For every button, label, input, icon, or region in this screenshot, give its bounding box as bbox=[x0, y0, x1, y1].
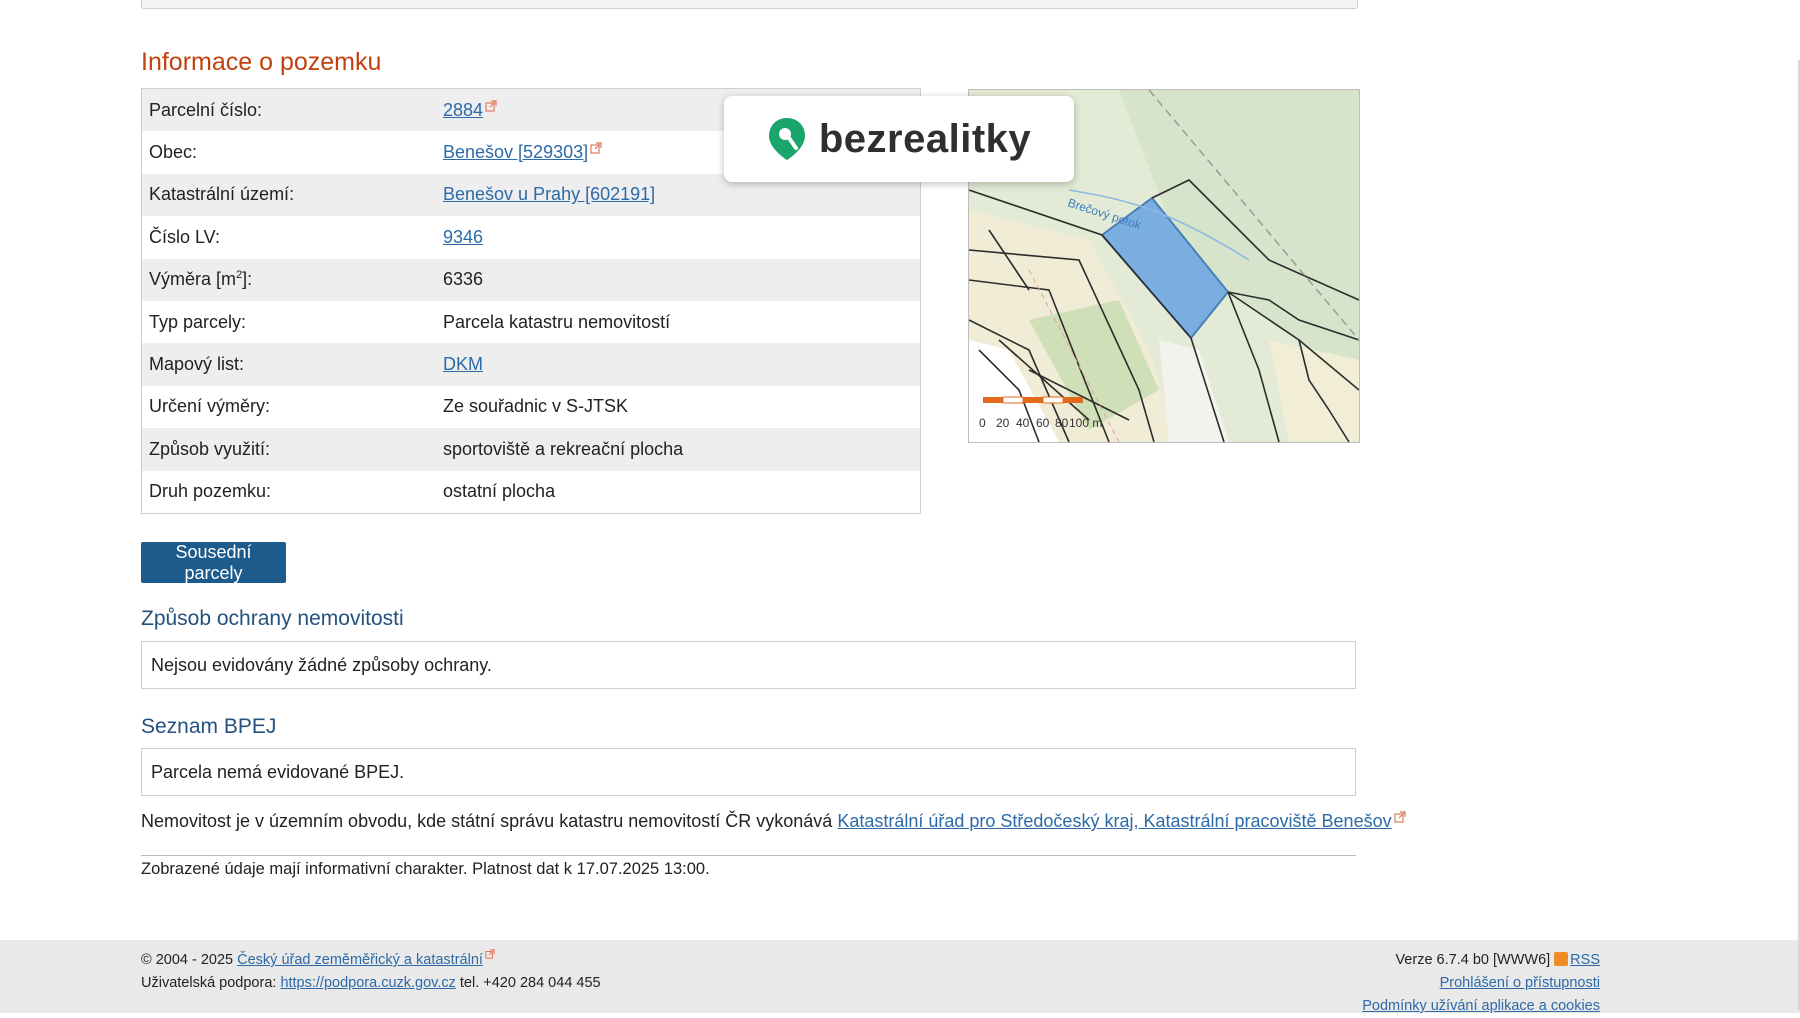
scale-label: 0 bbox=[979, 416, 986, 430]
footer-left: © 2004 - 2025 Český úřad zeměměřický a k… bbox=[141, 949, 601, 995]
row-value: Ze souřadnic v S-JTSK bbox=[443, 396, 629, 417]
municipality-link[interactable]: Benešov [529303] bbox=[443, 142, 588, 162]
rss-link[interactable]: RSS bbox=[1570, 952, 1600, 968]
table-row: Výměra [m2]: 6336 bbox=[142, 258, 920, 301]
location-pin-logo-icon bbox=[768, 118, 805, 160]
accessibility-link[interactable]: Prohlášení o přístupnosti bbox=[1440, 975, 1600, 991]
external-link-icon bbox=[485, 949, 495, 959]
bezrealitky-watermark: bezrealitky bbox=[724, 96, 1074, 182]
top-panel-edge bbox=[141, 0, 1358, 9]
cadastral-office-line: Nemovitost je v územním obvodu, kde stát… bbox=[141, 811, 1406, 832]
row-label: Katastrální území: bbox=[149, 184, 295, 205]
row-value: 9346 bbox=[443, 227, 920, 248]
bpej-box: Parcela nemá evidované BPEJ. bbox=[141, 748, 1356, 796]
row-label: Typ parcely: bbox=[149, 311, 247, 332]
protection-section-title: Způsob ochrany nemovitosti bbox=[141, 607, 404, 630]
page-footer: © 2004 - 2025 Český úřad zeměměřický a k… bbox=[0, 940, 1800, 1014]
footer-version-line: Verze 6.7.4 b0 [WWW6] RSS bbox=[1362, 949, 1600, 972]
row-label: Druh pozemku: bbox=[149, 481, 272, 502]
office-prefix: Nemovitost je v územním obvodu, kde stát… bbox=[141, 811, 838, 831]
scale-label: 80 bbox=[1055, 416, 1069, 430]
bpej-text: Parcela nemá evidované BPEJ. bbox=[151, 761, 405, 782]
table-row: Číslo LV: 9346 bbox=[142, 216, 920, 259]
table-row: Způsob využití: sportoviště a rekreační … bbox=[142, 428, 920, 471]
row-value: ostatní plocha bbox=[443, 481, 556, 502]
cadastral-area-link[interactable]: Benešov u Prahy [602191] bbox=[443, 184, 655, 204]
cuzk-link[interactable]: Český úřad zeměměřický a katastrální bbox=[237, 952, 483, 968]
row-label: Číslo LV: bbox=[149, 226, 221, 247]
row-label: Způsob využití: bbox=[149, 438, 271, 459]
row-label: Parcelní číslo: bbox=[149, 99, 263, 120]
row-value: Parcela katastru nemovitostí bbox=[443, 311, 671, 332]
table-row: Mapový list: DKM bbox=[142, 343, 920, 386]
rss-icon[interactable] bbox=[1554, 952, 1569, 966]
footer-right: Verze 6.7.4 b0 [WWW6] RSS Prohlášení o př… bbox=[1362, 949, 1600, 1018]
neighbor-parcels-button[interactable]: Sousední parcely bbox=[141, 542, 286, 583]
scale-label: 100 m bbox=[1069, 416, 1102, 430]
bpej-section-title: Seznam BPEJ bbox=[141, 715, 277, 738]
scale-label: 40 bbox=[1016, 416, 1030, 430]
copyright-text: © 2004 - 2025 bbox=[141, 952, 238, 968]
table-row: Druh pozemku: ostatní plocha bbox=[142, 470, 920, 513]
row-value: sportoviště a rekreační plocha bbox=[443, 438, 684, 459]
version-text: Verze 6.7.4 b0 [WWW6] bbox=[1395, 952, 1551, 968]
protection-text: Nejsou evidovány žádné způsoby ochrany. bbox=[151, 654, 492, 675]
parcel-number-link[interactable]: 2884 bbox=[443, 100, 483, 120]
footer-support: Uživatelská podpora: https://podpora.cuz… bbox=[141, 972, 601, 995]
area-label-tail: ]: bbox=[242, 269, 253, 290]
row-label: Mapový list: bbox=[149, 354, 245, 375]
watermark-text: bezrealitky bbox=[818, 116, 1032, 161]
data-disclaimer: Zobrazené údaje mají informativní charak… bbox=[141, 860, 710, 878]
external-link-icon bbox=[1393, 811, 1406, 823]
lv-number-link[interactable]: 9346 bbox=[443, 227, 483, 247]
area-label-text: Výměra [m bbox=[149, 269, 237, 290]
cookies-terms-link[interactable]: Podmínky užívání aplikace a cookies bbox=[1362, 998, 1600, 1014]
row-label: Obec: bbox=[149, 142, 198, 163]
protection-box: Nejsou evidovány žádné způsoby ochrany. bbox=[141, 641, 1356, 689]
support-prefix: Uživatelská podpora: bbox=[141, 975, 281, 991]
footer-copyright: © 2004 - 2025 Český úřad zeměměřický a k… bbox=[141, 949, 601, 972]
row-label: Výměra [m2]: bbox=[142, 269, 443, 290]
row-value: Benešov u Prahy [602191] bbox=[443, 184, 920, 205]
scale-label: 20 bbox=[996, 416, 1010, 430]
external-link-icon bbox=[590, 142, 602, 154]
scale-label: 60 bbox=[1036, 416, 1050, 430]
divider bbox=[141, 855, 1356, 856]
row-value: 6336 bbox=[443, 269, 484, 290]
map-sheet-link[interactable]: DKM bbox=[443, 354, 483, 374]
row-label: Určení výměry: bbox=[149, 396, 271, 417]
support-link[interactable]: https://podpora.cuzk.gov.cz bbox=[280, 975, 455, 991]
table-row: Určení výměry: Ze souřadnic v S-JTSK bbox=[142, 385, 920, 429]
support-phone: tel. +420 284 044 455 bbox=[455, 975, 601, 991]
table-row: Typ parcely: Parcela katastru nemovitost… bbox=[142, 300, 920, 344]
info-section-title: Informace o pozemku bbox=[141, 48, 382, 76]
cadastral-office-link[interactable]: Katastrální úřad pro Středočeský kraj, K… bbox=[837, 811, 1391, 831]
row-value: DKM bbox=[443, 354, 920, 375]
external-link-icon bbox=[485, 100, 497, 112]
